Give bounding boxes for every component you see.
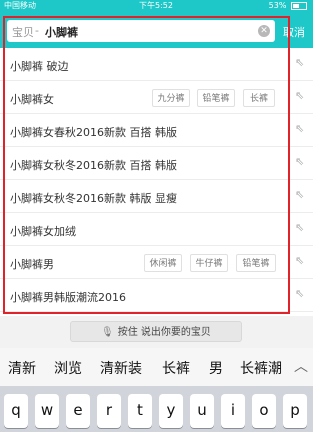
key-u[interactable]: u [190, 394, 214, 428]
ime-candidate[interactable]: 长裤 [162, 358, 190, 378]
carrier-label: 中国移动 [4, 1, 36, 10]
suggestion-text[interactable]: 小脚裤女秋冬2016新款 百搭 韩版 [10, 157, 177, 173]
suggestion-text[interactable]: 小脚裤女春秋2016新款 百搭 韩版 [10, 124, 177, 140]
suggestion-row[interactable]: 小脚裤女秋冬2016新款 百搭 韩版 ⇖ [0, 147, 313, 180]
search-input[interactable]: 宝贝 - 小脚裤 ✕ [7, 20, 275, 42]
search-query-text[interactable]: 小脚裤 [45, 24, 78, 40]
fill-query-arrow-icon[interactable]: ⇖ [295, 255, 307, 267]
status-bar: 中国移动 下午5:52 53% [0, 0, 313, 12]
fill-query-arrow-icon[interactable]: ⇖ [295, 90, 307, 102]
cancel-button[interactable]: 取消 [283, 24, 305, 40]
key-e[interactable]: e [66, 394, 90, 428]
suggestion-chip[interactable]: 休闲裤 [144, 254, 182, 272]
suggestion-text[interactable]: 小脚裤女加绒 [10, 223, 76, 239]
suggestion-chip[interactable]: 铅笔裤 [197, 89, 235, 107]
ime-candidate[interactable]: 浏览 [54, 358, 82, 378]
key-w[interactable]: w [35, 394, 59, 428]
microphone-icon: 🎙 [101, 327, 114, 338]
suggestion-row[interactable]: 小脚裤男韩版潮流2016 ⇖ [0, 279, 313, 312]
suggestion-text[interactable]: 小脚裤女秋冬2016新款 韩版 显瘦 [10, 190, 177, 206]
key-y[interactable]: y [159, 394, 183, 428]
key-t[interactable]: t [128, 394, 152, 428]
suggestion-chip[interactable]: 铅笔裤 [236, 254, 276, 272]
suggestion-text[interactable]: 小脚裤男韩版潮流2016 [10, 289, 126, 305]
fill-query-arrow-icon[interactable]: ⇖ [295, 57, 307, 69]
key-o[interactable]: o [252, 394, 276, 428]
key-r[interactable]: r [97, 394, 121, 428]
ime-candidate[interactable]: 男 [209, 358, 223, 378]
suggestion-list: 小脚裤 破边 ⇖ 小脚裤女 九分裤 铅笔裤 长裤 ⇖ 小脚裤女春秋2016新款 … [0, 48, 313, 316]
suggestion-row[interactable]: 小脚裤女 九分裤 铅笔裤 长裤 ⇖ [0, 81, 313, 114]
key-p[interactable]: p [283, 394, 307, 428]
suggestion-text[interactable]: 小脚裤男 [10, 256, 54, 272]
chevron-up-icon[interactable]: ︿ [294, 356, 308, 376]
suggestion-text[interactable]: 小脚裤女 [10, 91, 54, 107]
ime-candidate[interactable]: 清新装 [100, 358, 142, 378]
fill-query-arrow-icon[interactable]: ⇖ [295, 156, 307, 168]
clear-icon[interactable]: ✕ [258, 25, 270, 37]
suggestion-row[interactable]: 小脚裤女春秋2016新款 百搭 韩版 ⇖ [0, 114, 313, 147]
suggestion-row[interactable]: 小脚裤 破边 ⇖ [0, 48, 313, 81]
suggestion-text[interactable]: 小脚裤 破边 [10, 58, 69, 74]
search-header: 中国移动 下午5:52 53% 宝贝 - 小脚裤 ✕ 取消 [0, 0, 313, 48]
ime-candidate[interactable]: 清新 [8, 358, 36, 378]
suggestion-chip[interactable]: 九分裤 [152, 89, 190, 107]
ime-candidate[interactable]: 长裤潮 [240, 358, 290, 378]
suggestion-chip[interactable]: 长裤 [243, 89, 275, 107]
suggestion-chip[interactable]: 牛仔裤 [190, 254, 228, 272]
suggestion-row[interactable]: 小脚裤女秋冬2016新款 韩版 显瘦 ⇖ [0, 180, 313, 213]
voice-label: 按住 说出你要的宝贝 [117, 327, 211, 338]
voice-bar: 🎙 按住 说出你要的宝贝 [0, 316, 313, 348]
suggestion-row[interactable]: 小脚裤女加绒 ⇖ [0, 213, 313, 246]
search-separator: - [35, 24, 39, 37]
fill-query-arrow-icon[interactable]: ⇖ [295, 189, 307, 201]
battery-indicator: 53% [269, 0, 307, 12]
keyboard: q w e r t y u i o p [0, 386, 313, 432]
key-q[interactable]: q [4, 394, 28, 428]
search-scope-label[interactable]: 宝贝 [12, 24, 34, 40]
battery-icon [291, 1, 307, 10]
clock: 下午5:52 [139, 1, 173, 10]
key-i[interactable]: i [221, 394, 245, 428]
fill-query-arrow-icon[interactable]: ⇖ [295, 288, 307, 300]
battery-percent: 53% [268, 1, 287, 10]
fill-query-arrow-icon[interactable]: ⇖ [295, 123, 307, 135]
hold-to-talk-button[interactable]: 🎙 按住 说出你要的宝贝 [70, 321, 242, 342]
suggestion-row[interactable]: 小脚裤男 休闲裤 牛仔裤 铅笔裤 ⇖ [0, 246, 313, 279]
fill-query-arrow-icon[interactable]: ⇖ [295, 222, 307, 234]
ime-candidate-bar: 清新 浏览 清新装 长裤 男 长裤潮 ︿ [0, 348, 313, 386]
